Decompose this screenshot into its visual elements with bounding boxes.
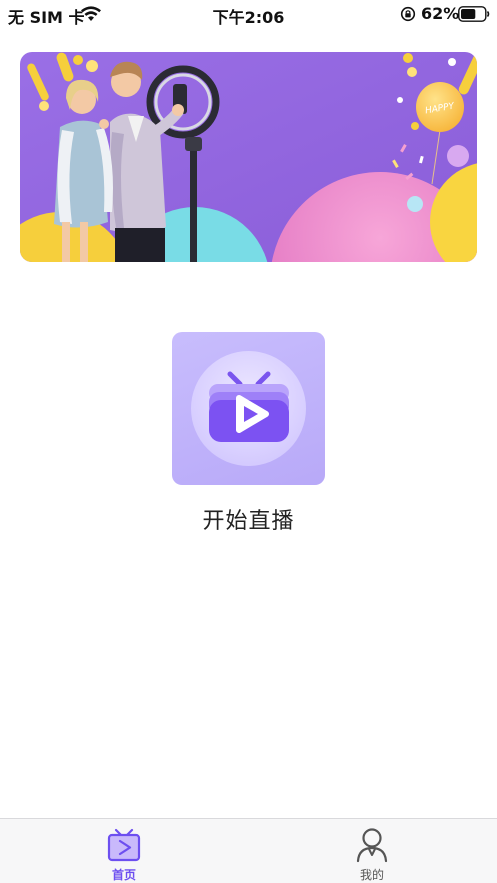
woman-hand xyxy=(99,119,109,129)
confetti-dot xyxy=(403,53,413,63)
banner-illustration: HAPPY xyxy=(20,52,477,262)
man-hand xyxy=(172,104,184,116)
confetti-dot xyxy=(397,97,403,103)
confetti-dot xyxy=(407,196,423,212)
confetti-dot xyxy=(73,55,83,65)
man-trousers xyxy=(115,228,165,262)
confetti-dot xyxy=(411,122,419,130)
tv-play-icon xyxy=(209,371,289,442)
tab-mine[interactable]: 我的 xyxy=(312,819,432,883)
tripod-clamp xyxy=(185,137,202,151)
confetti-dot xyxy=(39,101,49,111)
confetti-dot xyxy=(407,67,417,77)
tv-play-icon xyxy=(107,828,141,862)
battery-percent: 62% xyxy=(421,4,460,23)
battery-icon xyxy=(458,6,490,22)
status-bar: 无 SIM 卡 下午2:06 62% xyxy=(0,0,497,28)
carrier-label: 无 SIM 卡 xyxy=(8,8,85,27)
small-balloon xyxy=(447,145,469,167)
promo-banner[interactable]: HAPPY xyxy=(20,52,477,262)
start-live-button[interactable] xyxy=(172,332,325,485)
woman-leg xyxy=(80,222,88,262)
start-live-label[interactable]: 开始直播 xyxy=(0,503,497,535)
orientation-lock-icon xyxy=(400,6,416,22)
tripod-stand xyxy=(190,137,197,262)
tab-mine-label: 我的 xyxy=(359,868,384,882)
tab-home-label: 首页 xyxy=(111,868,136,882)
tab-home[interactable]: 首页 xyxy=(64,819,184,883)
user-icon xyxy=(356,828,388,863)
woman-leg xyxy=(62,222,70,262)
confetti-dot xyxy=(448,58,456,66)
wifi-icon xyxy=(81,6,101,21)
confetti-dot xyxy=(86,60,98,72)
tab-bar: 首页 我的 xyxy=(0,818,497,883)
